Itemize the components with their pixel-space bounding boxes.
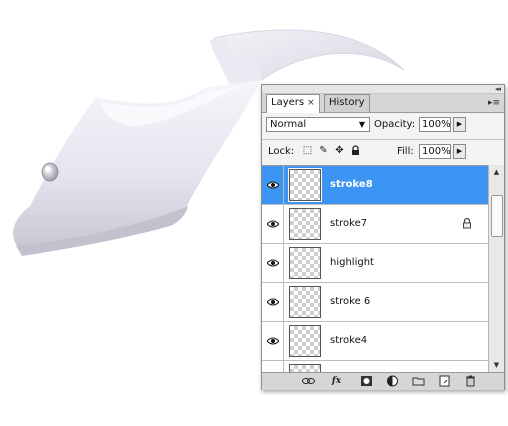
eye-icon — [266, 337, 279, 345]
layer-thumbnail[interactable] — [289, 286, 321, 318]
close-icon[interactable]: × — [307, 98, 315, 108]
visibility-toggle[interactable] — [262, 283, 284, 321]
eye-icon — [266, 298, 279, 306]
panel-bottom-bar: fx — [262, 372, 504, 390]
layers-panel: ◂◂ Layers × History ▸≡ Normal ▼ Opacity: … — [261, 84, 505, 390]
layer-thumbnail[interactable] — [289, 208, 321, 240]
layer-row-highlight[interactable]: highlight — [262, 244, 488, 283]
visibility-toggle[interactable] — [262, 166, 284, 204]
fill-stepper-arrow-icon[interactable]: ▶ — [453, 144, 466, 159]
visibility-toggle[interactable] — [262, 205, 284, 243]
layers-list: stroke8 stroke7 highlight stroke 6 strok… — [262, 165, 488, 373]
fill-label: Fill: — [397, 146, 414, 157]
opacity-field[interactable]: 100% — [419, 117, 451, 132]
layer-thumbnail[interactable] — [289, 325, 321, 357]
layers-scrollbar[interactable]: ▲ ▼ — [488, 165, 504, 372]
divider — [262, 139, 504, 140]
panel-titlebar[interactable]: ◂◂ — [262, 85, 504, 94]
lock-icon — [463, 217, 471, 229]
layer-name[interactable]: highlight — [330, 257, 374, 268]
panel-menu-icon[interactable]: ▸≡ — [488, 98, 500, 108]
eye-icon — [266, 181, 279, 189]
collapse-icon[interactable]: ◂◂ — [495, 85, 501, 93]
blend-mode-value: Normal — [270, 119, 307, 130]
link-icon[interactable] — [302, 375, 315, 387]
lock-label: Lock: — [268, 146, 295, 157]
visibility-toggle[interactable] — [262, 322, 284, 360]
new-layer-icon[interactable] — [438, 375, 451, 387]
layer-name[interactable]: stroke8 — [330, 179, 373, 190]
fill-field[interactable]: 100% — [419, 144, 451, 159]
tab-history-label: History — [329, 97, 365, 108]
scroll-thumb[interactable] — [491, 195, 503, 237]
eye-icon — [266, 259, 279, 267]
layer-name[interactable]: stroke4 — [330, 335, 367, 346]
mask-icon[interactable] — [360, 375, 373, 387]
layer-row-stroke-6[interactable]: stroke 6 — [262, 283, 488, 322]
layer-row-stroke7[interactable]: stroke7 — [262, 205, 488, 244]
fx-icon[interactable]: fx — [330, 375, 343, 387]
scroll-down-icon[interactable]: ▼ — [489, 358, 504, 372]
layer-row-stroke4[interactable]: stroke4 — [262, 322, 488, 361]
lock-transparent-icon[interactable]: ⬚ — [302, 145, 313, 156]
lock-all-icon[interactable] — [350, 145, 361, 156]
chevron-down-icon: ▼ — [358, 120, 365, 129]
layer-name[interactable]: stroke7 — [330, 218, 367, 229]
opacity-stepper-arrow-icon[interactable]: ▶ — [453, 117, 466, 132]
tab-layers[interactable]: Layers × — [266, 94, 320, 113]
layer-name[interactable]: stroke 6 — [330, 296, 370, 307]
lock-move-icon[interactable]: ✥ — [334, 145, 345, 156]
tab-layers-label: Layers — [271, 97, 305, 108]
layer-thumbnail[interactable] — [288, 168, 322, 202]
layer-options: Normal ▼ Opacity: 100% ▶ Lock: ⬚ ✎ ✥ Fil… — [262, 112, 504, 165]
group-folder-icon[interactable] — [412, 375, 425, 387]
lock-paint-icon[interactable]: ✎ — [318, 145, 329, 156]
visibility-toggle[interactable] — [262, 244, 284, 282]
adjustment-icon[interactable] — [386, 375, 399, 387]
layer-thumbnail[interactable] — [289, 247, 321, 279]
layer-row-stroke8[interactable]: stroke8 — [262, 166, 488, 205]
scroll-up-icon[interactable]: ▲ — [489, 165, 504, 179]
eye-icon — [266, 220, 279, 228]
trash-icon[interactable] — [464, 375, 477, 387]
blend-mode-select[interactable]: Normal ▼ — [266, 117, 370, 132]
opacity-label: Opacity: — [374, 119, 416, 130]
tab-history[interactable]: History — [324, 94, 370, 112]
